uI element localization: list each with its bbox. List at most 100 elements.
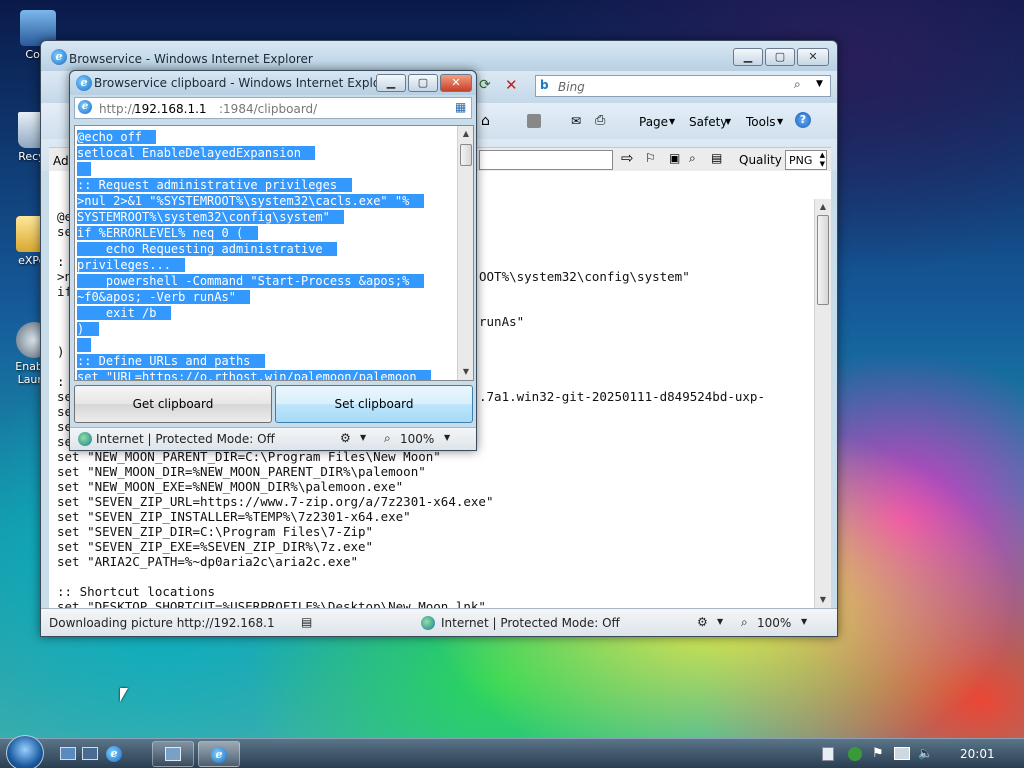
show-desktop-icon[interactable] <box>60 747 76 760</box>
go-arrow-icon[interactable]: ⇨ <box>621 149 634 167</box>
help-icon[interactable]: ? <box>795 112 811 128</box>
bookmark-icon[interactable]: ⚐ <box>645 151 656 165</box>
popup-titlebar[interactable]: e Browservice clipboard - Windows Intern… <box>70 71 476 95</box>
clipboard-line: :: Define URLs and paths <box>77 353 455 369</box>
taskbar-button-ie[interactable]: e <box>198 741 240 767</box>
browservice-address-input[interactable] <box>479 150 613 170</box>
search-box[interactable]: b Bing ⌕ ▼ <box>535 75 831 97</box>
selected-text: ) <box>77 322 99 336</box>
clipboard-scroll-thumb[interactable] <box>460 144 472 166</box>
bing-icon: b <box>540 78 549 92</box>
chevron-down-icon[interactable]: ▼ <box>816 79 823 89</box>
chevron-down-icon[interactable]: ▼ <box>444 433 450 442</box>
page-menu-arrow-icon: ▼ <box>669 117 676 126</box>
main-scrollbar[interactable]: ▲ ▼ <box>814 199 831 608</box>
main-window-title: Browservice - Windows Internet Explorer <box>69 52 313 66</box>
selected-text: :: Request administrative privileges <box>77 178 352 192</box>
zoom-icon[interactable]: ⌕ <box>741 615 748 630</box>
clipboard-textarea[interactable]: @echo off setlocal EnableDelayedExpansio… <box>74 125 474 381</box>
main-titlebar[interactable]: e Browservice - Windows Internet Explore… <box>41 41 837 71</box>
popup-zoom-level[interactable]: 100% <box>400 432 434 446</box>
code-line: set "NEW_MOON_DIR=%NEW_MOON_PARENT_DIR%\… <box>57 464 426 479</box>
scroll-down-icon[interactable]: ▼ <box>815 592 831 608</box>
internet-zone-icon <box>78 432 92 446</box>
popup-address-bar[interactable]: e http:// 192.168.1.1 :1984/clipboard/ ▦ <box>74 97 472 119</box>
maximize-button[interactable]: ▢ <box>765 48 795 66</box>
clipboard-line: setlocal EnableDelayedExpansion <box>77 145 455 161</box>
zoom-level[interactable]: 100% <box>757 616 791 630</box>
clipboard-line <box>77 337 455 353</box>
popup-minimize-button[interactable]: ▁ <box>376 74 406 92</box>
start-button[interactable] <box>6 735 44 768</box>
clipboard-line: echo Requesting administrative <box>77 241 455 257</box>
selected-text: @echo off <box>77 130 157 144</box>
page-menu[interactable]: Page <box>639 115 668 129</box>
clipboard-line <box>77 161 455 177</box>
safety-menu[interactable]: Safety <box>689 115 727 129</box>
get-clipboard-button[interactable]: Get clipboard <box>74 385 272 423</box>
remote-desktop-icon <box>165 747 181 761</box>
taskbar-button-remote[interactable] <box>152 741 194 767</box>
selected-text: SYSTEMROOT%\system32\config\system" <box>77 210 345 224</box>
clipboard-line: :: Request administrative privileges <box>77 177 455 193</box>
image-icon[interactable]: ▣ <box>669 151 680 165</box>
clipboard-line: if %ERRORLEVEL% neq 0 ( <box>77 225 455 241</box>
popup-close-button[interactable]: ✕ <box>440 74 472 92</box>
popup-window-title: Browservice clipboard - Windows Internet… <box>94 76 398 90</box>
tray-network-icon[interactable] <box>894 747 910 760</box>
chevron-down-icon[interactable]: ▼ <box>801 617 807 626</box>
zoom-icon[interactable]: ⌕ <box>384 431 391 446</box>
tools-menu[interactable]: Tools <box>746 115 776 129</box>
ie-quicklaunch-icon[interactable]: e <box>106 746 122 762</box>
protected-mode-icon[interactable]: ⚙ <box>697 615 708 629</box>
chevron-down-icon[interactable]: ▼ <box>360 433 366 442</box>
selected-text <box>77 338 92 352</box>
tray-security-icon[interactable] <box>848 747 862 761</box>
minimize-button[interactable]: ▁ <box>733 48 763 66</box>
compat-view-icon[interactable]: ▦ <box>455 100 466 114</box>
refresh-icon[interactable]: ⟳ <box>479 77 499 97</box>
taskbar-clock[interactable]: 20:01 <box>960 747 995 761</box>
main-code-fragment: OOT%\system32\config\system" <box>479 269 690 284</box>
progress-icon: ▤ <box>301 615 313 629</box>
quality-select[interactable]: PNG ▲ ▼ <box>785 150 827 170</box>
clipboard-line: ) <box>77 321 455 337</box>
ie-icon: e <box>51 49 67 65</box>
home-icon[interactable]: ⌂ <box>481 113 490 129</box>
tray-document-icon[interactable] <box>822 747 834 761</box>
clipboard-line: powershell -Command "Start-Process &apos… <box>77 273 455 289</box>
stop-icon[interactable]: ✕ <box>505 76 525 96</box>
chevron-down-icon[interactable]: ▼ <box>717 617 723 626</box>
scroll-up-icon[interactable]: ▲ <box>458 126 473 142</box>
switch-windows-icon[interactable] <box>82 747 98 760</box>
popup-maximize-button[interactable]: ▢ <box>408 74 438 92</box>
download-status-text: Downloading picture http://192.168.1.1:1… <box>49 616 274 630</box>
mouse-cursor-icon <box>120 688 128 702</box>
scroll-up-icon[interactable]: ▲ <box>815 199 831 215</box>
main-scroll-thumb[interactable] <box>817 215 829 305</box>
ie-icon: e <box>211 747 227 763</box>
set-clipboard-button[interactable]: Set clipboard <box>275 385 473 423</box>
search-icon[interactable]: ⌕ <box>794 77 801 92</box>
selected-text: set "URL=https://o.rthost.win/palemoon/p… <box>77 370 432 380</box>
selected-text: if %ERRORLEVEL% neq 0 ( <box>77 226 258 240</box>
selected-text <box>77 162 92 176</box>
close-button[interactable]: ✕ <box>797 48 829 66</box>
tray-volume-icon[interactable]: 🔈 <box>918 746 933 760</box>
protected-mode-icon[interactable]: ⚙ <box>340 431 351 445</box>
print-icon[interactable]: ⎙ <box>595 113 605 128</box>
spinner-icon[interactable]: ▲ ▼ <box>820 151 825 169</box>
ie-icon: e <box>76 75 92 91</box>
tray-flag-icon[interactable]: ⚑ <box>872 746 884 761</box>
selected-text: echo Requesting administrative <box>77 242 338 256</box>
feeds-icon[interactable] <box>527 114 541 128</box>
scroll-down-icon[interactable]: ▼ <box>458 364 473 380</box>
mail-icon[interactable]: ✉ <box>571 114 581 128</box>
find-icon[interactable]: ⌕ <box>689 151 696 166</box>
page-icon: e <box>78 100 92 114</box>
clipboard-line: >nul 2>&1 "%SYSTEMROOT%\system32\cacls.e… <box>77 193 455 209</box>
clipboard-scrollbar[interactable]: ▲ ▼ <box>457 126 473 380</box>
clipboard-icon[interactable]: ▤ <box>711 151 722 165</box>
quality-value: PNG <box>789 154 813 167</box>
url-rest: :1984/clipboard/ <box>219 102 318 116</box>
